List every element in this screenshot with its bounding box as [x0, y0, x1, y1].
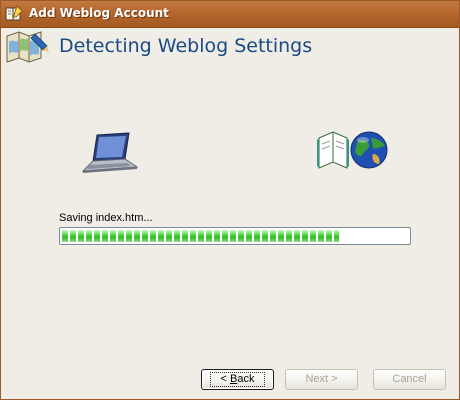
back-button-label: < Back — [209, 372, 266, 387]
progress-fill — [62, 230, 339, 242]
status-text: Saving index.htm... — [59, 212, 153, 224]
cancel-button[interactable]: Cancel — [373, 369, 446, 390]
window-title: Add Weblog Account — [29, 6, 169, 20]
book-map-icon — [5, 30, 51, 64]
weblog-writer-icon — [5, 5, 23, 23]
page-title: Detecting Weblog Settings — [59, 35, 313, 57]
add-weblog-account-dialog: Add Weblog Account Detecting Weblog Sett… — [0, 0, 460, 400]
back-button[interactable]: < Back — [201, 369, 274, 390]
book-globe-icon — [317, 128, 391, 172]
laptop-icon — [79, 131, 141, 175]
next-button[interactable]: Next > — [285, 369, 358, 390]
title-bar[interactable]: Add Weblog Account — [1, 1, 459, 28]
wizard-header: Detecting Weblog Settings — [1, 28, 459, 73]
progress-bar — [59, 227, 411, 245]
